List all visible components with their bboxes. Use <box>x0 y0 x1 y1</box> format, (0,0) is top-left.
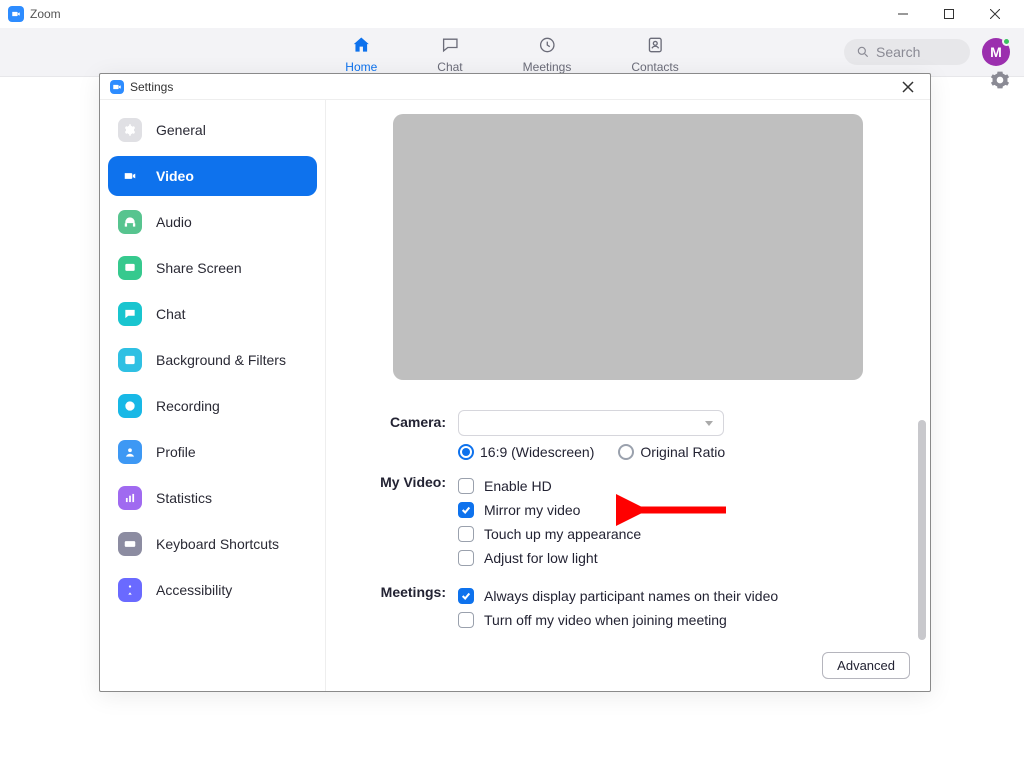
sidebar-item-label: Audio <box>156 214 192 230</box>
minimize-button[interactable] <box>880 0 926 28</box>
main-toolbar: Home Chat Meetings Contacts Search M <box>0 28 1024 77</box>
checkbox-icon <box>458 550 474 566</box>
avatar[interactable]: M <box>982 38 1010 66</box>
checkbox-icon <box>458 478 474 494</box>
check-label: Touch up my appearance <box>484 526 641 542</box>
sidebar-item-chat[interactable]: Chat <box>108 294 317 334</box>
gear-icon <box>118 118 142 142</box>
check-label: Turn off my video when joining meeting <box>484 612 727 628</box>
search-input[interactable]: Search <box>844 39 970 65</box>
contacts-icon <box>645 35 665 58</box>
sidebar-item-share-screen[interactable]: Share Screen <box>108 248 317 288</box>
recording-icon <box>118 394 142 418</box>
zoom-app-icon <box>110 80 124 94</box>
dialog-header: Settings <box>100 74 930 100</box>
radio-label: Original Ratio <box>640 444 725 460</box>
window-titlebar: Zoom <box>0 0 1024 28</box>
video-icon <box>118 164 142 188</box>
ratio-widescreen-radio[interactable]: 16:9 (Widescreen) <box>458 444 594 460</box>
radio-label: 16:9 (Widescreen) <box>480 444 594 460</box>
nav-label: Meetings <box>523 60 572 74</box>
radio-icon <box>458 444 474 460</box>
maximize-button[interactable] <box>926 0 972 28</box>
sidebar-item-video[interactable]: Video <box>108 156 317 196</box>
sidebar-item-label: Statistics <box>156 490 212 506</box>
sidebar-item-label: Chat <box>156 306 186 322</box>
nav-chat[interactable]: Chat <box>431 28 468 76</box>
video-preview <box>393 114 863 380</box>
nav-home[interactable]: Home <box>339 28 383 76</box>
adjust-low-light-checkbox[interactable]: Adjust for low light <box>458 550 894 566</box>
sidebar-item-label: Accessibility <box>156 582 232 598</box>
sidebar-item-recording[interactable]: Recording <box>108 386 317 426</box>
home-icon <box>351 35 371 58</box>
display-names-checkbox[interactable]: Always display participant names on thei… <box>458 588 894 604</box>
nav-label: Home <box>345 60 377 74</box>
share-screen-icon <box>118 256 142 280</box>
sidebar-item-keyboard-shortcuts[interactable]: Keyboard Shortcuts <box>108 524 317 564</box>
profile-icon <box>118 440 142 464</box>
settings-content: Camera: 16:9 (Widescreen) Original Ratio <box>326 100 930 691</box>
settings-dialog: Settings General Video Audio Share Scree… <box>99 73 931 692</box>
radio-icon <box>618 444 634 460</box>
checkbox-icon <box>458 588 474 604</box>
sidebar-item-label: Recording <box>156 398 220 414</box>
check-label: Always display participant names on thei… <box>484 588 778 604</box>
window-title: Zoom <box>30 7 61 21</box>
headphones-icon <box>118 210 142 234</box>
clock-icon <box>537 35 557 58</box>
gear-icon <box>990 70 1010 90</box>
checkbox-icon <box>458 612 474 628</box>
search-placeholder: Search <box>876 44 920 60</box>
camera-label: Camera: <box>362 410 458 430</box>
nav-label: Chat <box>437 60 462 74</box>
sidebar-item-label: Keyboard Shortcuts <box>156 536 279 552</box>
settings-gear-button[interactable] <box>990 70 1010 93</box>
keyboard-icon <box>118 532 142 556</box>
check-label: Mirror my video <box>484 502 580 518</box>
sidebar-item-background-filters[interactable]: Background & Filters <box>108 340 317 380</box>
zoom-app-icon <box>8 6 24 22</box>
ratio-original-radio[interactable]: Original Ratio <box>618 444 725 460</box>
avatar-initial: M <box>990 44 1002 60</box>
sidebar-item-audio[interactable]: Audio <box>108 202 317 242</box>
my-video-label: My Video: <box>362 470 458 490</box>
camera-dropdown[interactable] <box>458 410 724 436</box>
sidebar-item-statistics[interactable]: Statistics <box>108 478 317 518</box>
statistics-icon <box>118 486 142 510</box>
enable-hd-checkbox[interactable]: Enable HD <box>458 478 894 494</box>
checkbox-icon <box>458 526 474 542</box>
sidebar-item-profile[interactable]: Profile <box>108 432 317 472</box>
accessibility-icon <box>118 578 142 602</box>
sidebar-item-label: General <box>156 122 206 138</box>
close-dialog-button[interactable] <box>896 75 920 99</box>
search-icon <box>856 45 870 59</box>
sidebar-item-label: Background & Filters <box>156 352 286 368</box>
sidebar-item-label: Video <box>156 168 194 184</box>
chat-icon <box>118 302 142 326</box>
background-icon <box>118 348 142 372</box>
close-window-button[interactable] <box>972 0 1018 28</box>
settings-sidebar: General Video Audio Share Screen Chat Ba… <box>100 100 326 691</box>
sidebar-item-accessibility[interactable]: Accessibility <box>108 570 317 610</box>
advanced-button[interactable]: Advanced <box>822 652 910 679</box>
presence-indicator <box>1002 37 1011 46</box>
touch-up-checkbox[interactable]: Touch up my appearance <box>458 526 894 542</box>
sidebar-item-general[interactable]: General <box>108 110 317 150</box>
nav-label: Contacts <box>631 60 678 74</box>
sidebar-item-label: Share Screen <box>156 260 242 276</box>
sidebar-item-label: Profile <box>156 444 196 460</box>
dialog-title: Settings <box>130 80 173 94</box>
chat-icon <box>440 35 460 58</box>
check-label: Adjust for low light <box>484 550 598 566</box>
nav-meetings[interactable]: Meetings <box>517 28 578 76</box>
check-label: Enable HD <box>484 478 552 494</box>
meetings-label: Meetings: <box>362 580 458 600</box>
checkbox-icon <box>458 502 474 518</box>
nav-contacts[interactable]: Contacts <box>625 28 684 76</box>
mirror-video-checkbox[interactable]: Mirror my video <box>458 502 894 518</box>
vertical-scrollbar[interactable] <box>918 420 926 640</box>
turn-off-video-checkbox[interactable]: Turn off my video when joining meeting <box>458 612 894 628</box>
